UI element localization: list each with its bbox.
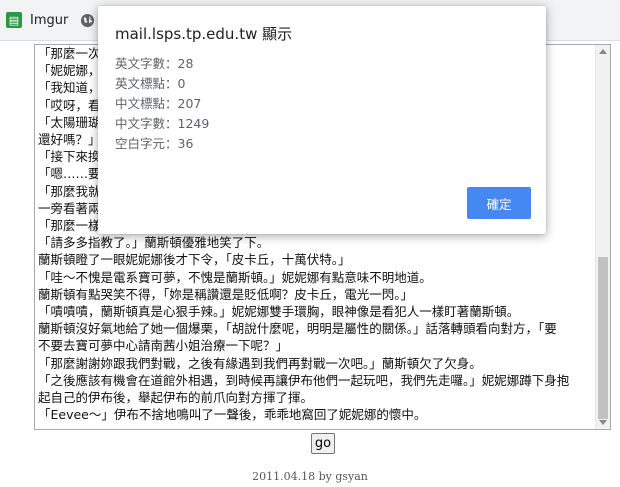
stat-whitespace: 空白字元：36 bbox=[115, 136, 194, 151]
text-line: 「嘖嘖嘖，蘭斯頓真是心狠手辣。」妮妮娜雙手環胸，眼神像是看犯人一樣盯著蘭斯頓。 bbox=[38, 304, 520, 320]
stat-chinese-chars: 中文字數：1249 bbox=[115, 116, 210, 131]
dialog-message: 英文字數：28 英文標點：0 中文標點：207 中文字數：1249 空白字元：3… bbox=[115, 54, 209, 154]
scrollbar-thumb[interactable] bbox=[598, 257, 608, 419]
text-line: 起自己的伊布後，舉起伊布的前爪向對方揮了揮。 bbox=[38, 390, 314, 406]
imgur-icon: ▤ bbox=[6, 12, 22, 28]
ok-button[interactable]: 確定 bbox=[467, 187, 531, 219]
footer-credit: 2011.04.18 by gsyan bbox=[252, 470, 368, 483]
stat-english-punct: 英文標點：0 bbox=[115, 76, 186, 91]
alert-dialog: mail.lsps.tp.edu.tw 顯示 英文字數：28 英文標點：0 中文… bbox=[98, 6, 546, 234]
bookmark-imgur-label: Imgur bbox=[30, 12, 69, 28]
stat-chinese-punct: 中文標點：207 bbox=[115, 96, 202, 111]
scroll-down-arrow-icon[interactable] bbox=[599, 420, 607, 425]
text-line: 「Eevee～」伊布不捨地鳴叫了一聲後，乖乖地窩回了妮妮娜的懷中。 bbox=[38, 407, 427, 423]
go-button[interactable]: go bbox=[311, 433, 335, 454]
bookmark-imgur[interactable]: ▤ Imgur bbox=[6, 10, 68, 30]
text-line: 不要去寶可夢中心請南茜小姐治療一下呢？」 bbox=[38, 338, 289, 354]
text-line: 蘭斯頓沒好氣地給了她一個爆栗，「胡說什麼呢，明明是屬性的關係。」話落轉頭看向對方… bbox=[38, 321, 557, 337]
text-line: 蘭斯頓瞪了一眼妮妮娜後才下令，「皮卡丘，十萬伏特。」 bbox=[38, 252, 351, 268]
text-line: 蘭斯頓有點哭笑不得，「妳是稱讚還是貶低啊？皮卡丘，電光一閃。」 bbox=[38, 286, 414, 302]
text-line: 「之後應該有機會在道館外相遇，到時候再讓伊布他們一起玩吧，我們先走囉。」妮妮娜蹲… bbox=[38, 372, 570, 388]
text-area-scrollbar[interactable] bbox=[595, 45, 610, 429]
scroll-up-arrow-icon[interactable] bbox=[599, 49, 607, 54]
text-line: 「請多多指教了。」蘭斯頓優雅地笑了下。 bbox=[38, 235, 270, 251]
stat-english-chars: 英文字數：28 bbox=[115, 56, 194, 71]
text-line: 「那麼謝謝妳跟我們對戰，之後有緣遇到我們再對戰一次吧。」蘭斯頓欠了欠身。 bbox=[38, 355, 482, 371]
dialog-title: mail.lsps.tp.edu.tw 顯示 bbox=[115, 25, 293, 43]
bookmark-globe[interactable] bbox=[80, 10, 95, 30]
text-line: 「哇～不愧是電系寶可夢，不愧是蘭斯頓。」妮妮娜有點意味不明地道。 bbox=[38, 269, 432, 285]
globe-icon bbox=[80, 13, 95, 28]
